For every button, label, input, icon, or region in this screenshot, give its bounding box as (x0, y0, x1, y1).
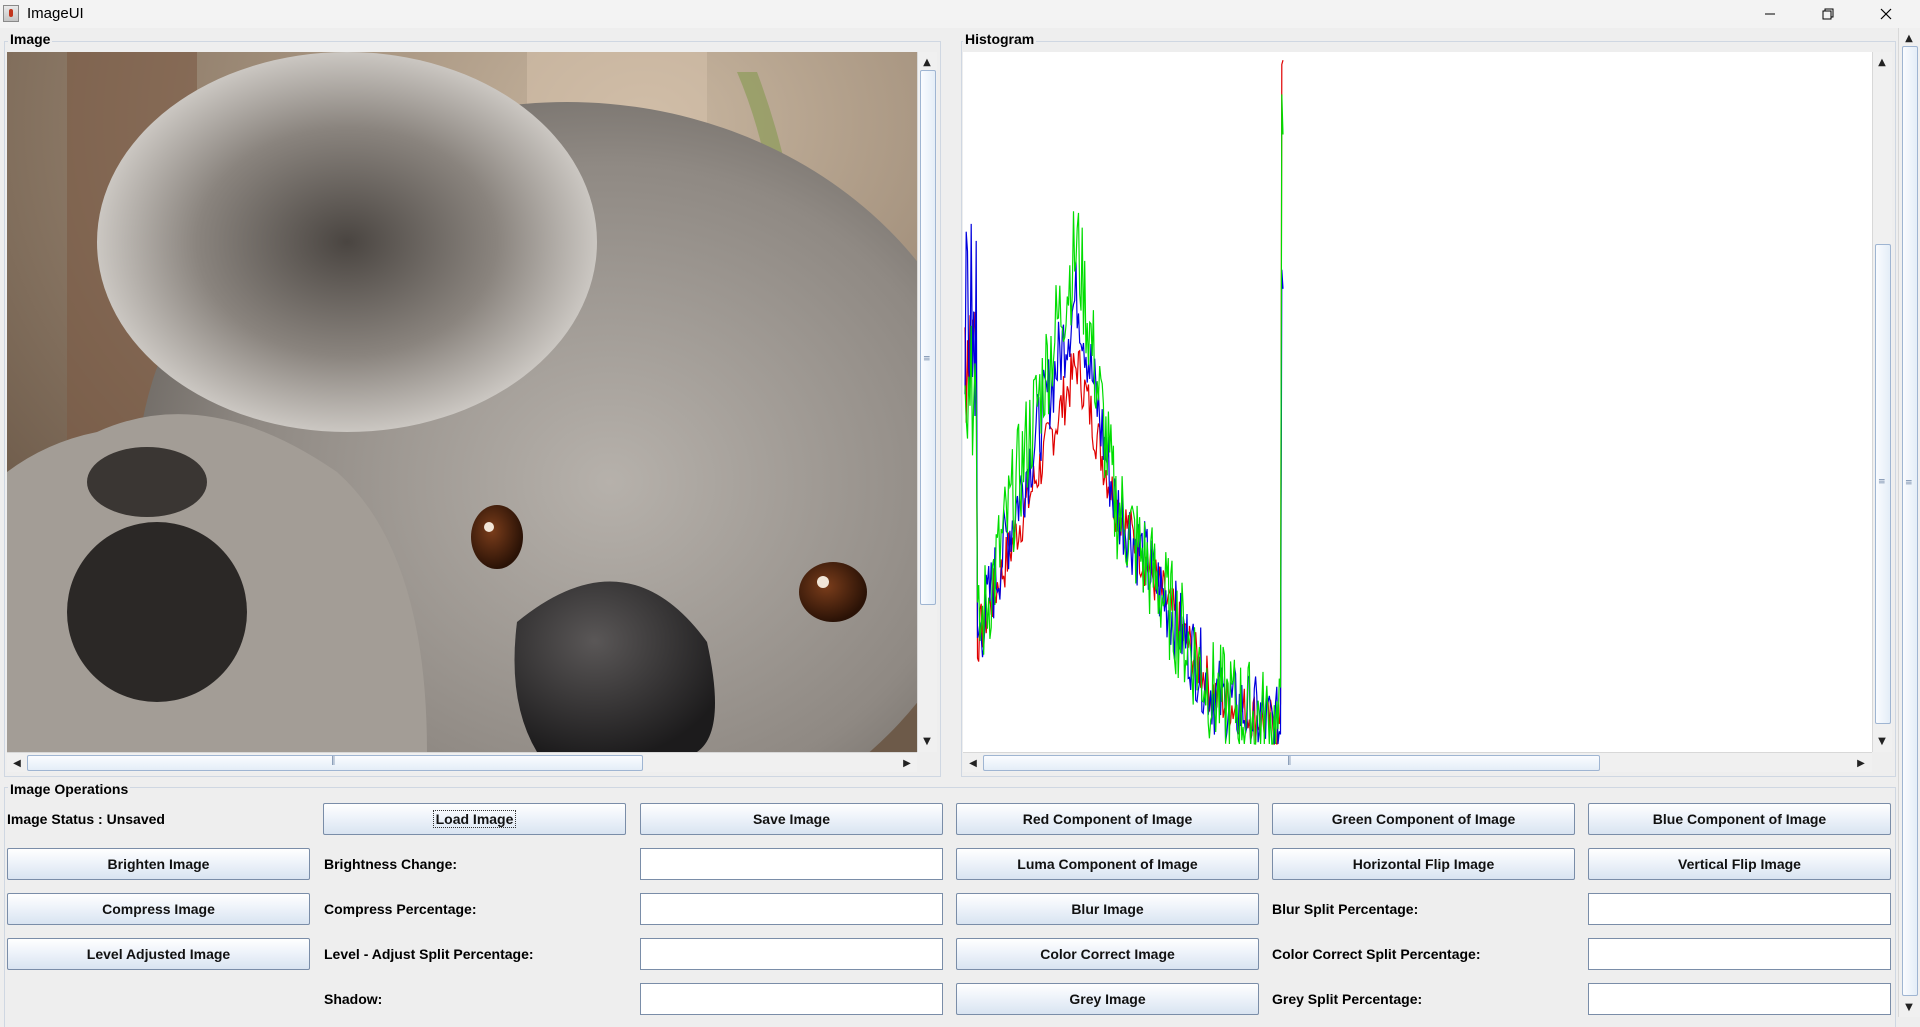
scroll-down-arrow-icon[interactable]: ▼ (919, 733, 935, 749)
close-icon (1880, 8, 1892, 20)
green-component-label: Green Component of Image (1331, 811, 1516, 827)
blur-image-label: Blur Image (1071, 901, 1144, 917)
scroll-left-arrow-icon[interactable]: ◀ (965, 755, 981, 771)
histogram-series-red (964, 60, 1284, 746)
grip-icon: ≡ (923, 354, 931, 364)
histogram-panel-label: Histogram (963, 31, 1037, 47)
minimize-button[interactable] (1741, 0, 1799, 28)
image-operations-label: Image Operations (8, 781, 131, 797)
shadow-label: Shadow: (324, 991, 383, 1007)
horizontal-flip-label: Horizontal Flip Image (1352, 856, 1495, 872)
minimize-icon (1765, 13, 1775, 15)
image-viewport (7, 52, 917, 752)
histogram-plot (964, 60, 1284, 746)
scroll-left-arrow-icon[interactable]: ◀ (9, 755, 25, 771)
load-image-label: Load Image (432, 810, 517, 828)
level-adjust-split-percentage-label: Level - Adjust Split Percentage: (324, 946, 534, 962)
color-correct-split-percentage-field[interactable] (1588, 938, 1891, 970)
image-panel-label: Image (8, 31, 53, 47)
save-image-label: Save Image (752, 811, 831, 827)
vertical-flip-button[interactable]: Vertical Flip Image (1588, 848, 1891, 880)
grip-icon: ≡ (1905, 478, 1913, 488)
shadow-field[interactable] (640, 983, 943, 1015)
blur-split-percentage-field[interactable] (1588, 893, 1891, 925)
image-status-text: Image Status : Unsaved (7, 811, 165, 827)
koala-photo (7, 52, 917, 752)
window-vertical-scrollbar[interactable]: ▲ ≡ ▼ (1898, 28, 1920, 1017)
save-image-button[interactable]: Save Image (640, 803, 943, 835)
window-title: ImageUI (27, 5, 84, 22)
red-component-label: Red Component of Image (1022, 811, 1193, 827)
compress-image-button[interactable]: Compress Image (7, 893, 310, 925)
brightness-change-field[interactable] (640, 848, 943, 880)
image-vertical-scrollbar[interactable]: ▲ ≡ ▼ (917, 52, 937, 752)
level-adjust-split-percentage-field[interactable] (640, 938, 943, 970)
close-button[interactable] (1857, 0, 1915, 28)
grey-split-percentage-label: Grey Split Percentage: (1272, 991, 1423, 1007)
brighten-image-button[interactable]: Brighten Image (7, 848, 310, 880)
horizontal-flip-button[interactable]: Horizontal Flip Image (1272, 848, 1575, 880)
histogram-horizontal-scroll-thumb[interactable] (983, 755, 1600, 771)
restore-icon (1822, 8, 1834, 20)
vertical-flip-label: Vertical Flip Image (1678, 856, 1801, 872)
grip-icon: ‖ (1287, 756, 1292, 766)
image-horizontal-scrollbar[interactable]: ◀ ‖ ▶ (7, 752, 917, 772)
green-component-button[interactable]: Green Component of Image (1272, 803, 1575, 835)
level-adjusted-image-button[interactable]: Level Adjusted Image (7, 938, 310, 970)
histogram-viewport (963, 52, 1872, 752)
image-vertical-scroll-thumb[interactable] (920, 70, 936, 605)
compress-percentage-field[interactable] (640, 893, 943, 925)
blue-component-button[interactable]: Blue Component of Image (1588, 803, 1891, 835)
scroll-right-arrow-icon[interactable]: ▶ (1853, 755, 1869, 771)
scroll-up-arrow-icon[interactable]: ▲ (1874, 54, 1890, 70)
brightness-change-label: Brightness Change: (324, 856, 458, 872)
blur-split-percentage-label: Blur Split Percentage: (1272, 901, 1419, 917)
grip-icon: ‖ (331, 756, 336, 766)
load-image-button[interactable]: Load Image (323, 803, 626, 835)
grey-image-button[interactable]: Grey Image (956, 983, 1259, 1015)
color-correct-split-percentage-label: Color Correct Split Percentage: (1272, 946, 1481, 962)
scroll-up-arrow-icon[interactable]: ▲ (919, 54, 935, 70)
color-correct-image-button[interactable]: Color Correct Image (956, 938, 1259, 970)
histogram-horizontal-scrollbar[interactable]: ◀ ‖ ▶ (963, 752, 1872, 772)
title-bar: ImageUI (0, 0, 1920, 28)
scroll-up-arrow-icon[interactable]: ▲ (1901, 30, 1917, 46)
blur-image-button[interactable]: Blur Image (956, 893, 1259, 925)
red-component-button[interactable]: Red Component of Image (956, 803, 1259, 835)
level-adjusted-image-label: Level Adjusted Image (86, 946, 231, 962)
scroll-right-arrow-icon[interactable]: ▶ (899, 755, 915, 771)
blue-component-label: Blue Component of Image (1652, 811, 1827, 827)
luma-component-button[interactable]: Luma Component of Image (956, 848, 1259, 880)
compress-percentage-label: Compress Percentage: (324, 901, 477, 917)
histogram-vertical-scrollbar[interactable]: ▲ ≡ ▼ (1872, 52, 1892, 752)
grip-icon: ≡ (1878, 477, 1886, 487)
luma-component-label: Luma Component of Image (1017, 856, 1198, 872)
brighten-image-label: Brighten Image (107, 856, 210, 872)
restore-button[interactable] (1799, 0, 1857, 28)
histogram-series-green (964, 94, 1284, 745)
color-correct-image-label: Color Correct Image (1040, 946, 1175, 962)
grey-image-label: Grey Image (1069, 991, 1146, 1007)
scroll-down-arrow-icon[interactable]: ▼ (1901, 999, 1917, 1015)
window-vertical-scroll-thumb[interactable] (1902, 46, 1918, 996)
compress-image-label: Compress Image (102, 901, 215, 917)
java-app-icon (3, 5, 19, 22)
scroll-down-arrow-icon[interactable]: ▼ (1874, 733, 1890, 749)
grey-split-percentage-field[interactable] (1588, 983, 1891, 1015)
